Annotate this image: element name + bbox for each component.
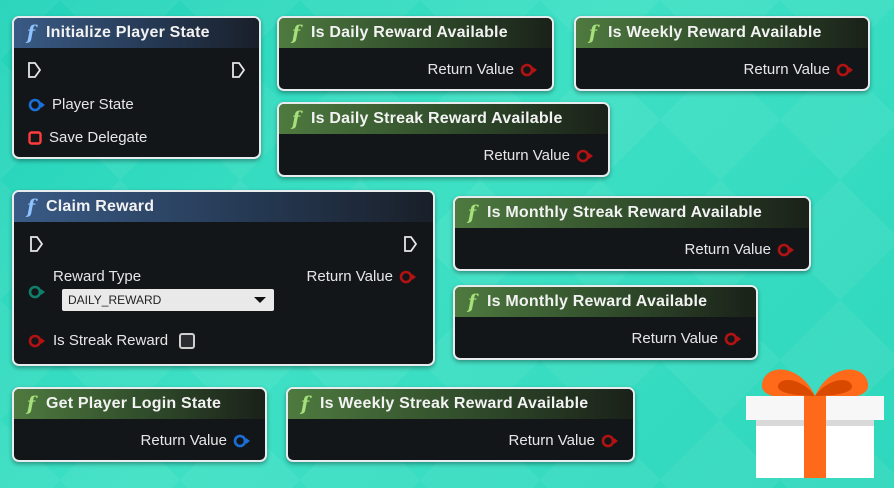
node-header: f Is Monthly Streak Reward Available — [455, 198, 809, 228]
node-is-weekly-streak-reward-available[interactable]: f Is Weekly Streak Reward Available Retu… — [286, 387, 635, 462]
pin-label: Return Value — [508, 432, 595, 449]
node-header: f Is Monthly Reward Available — [455, 287, 756, 317]
node-header: f Initialize Player State — [14, 18, 259, 48]
node-header: f Is Weekly Reward Available — [576, 18, 868, 48]
node-title: Is Weekly Streak Reward Available — [320, 395, 589, 412]
bool-pin-icon[interactable] — [836, 63, 854, 77]
bool-pin-icon[interactable] — [399, 270, 417, 284]
node-title: Is Monthly Streak Reward Available — [487, 204, 763, 221]
node-title: Get Player Login State — [46, 395, 222, 412]
function-icon: f — [26, 393, 36, 415]
function-icon: f — [588, 22, 598, 44]
node-is-weekly-reward-available[interactable]: f Is Weekly Reward Available Return Valu… — [574, 16, 870, 91]
node-initialize-player-state[interactable]: f Initialize Player State Player State S… — [12, 16, 261, 159]
object-pin-icon[interactable] — [233, 434, 251, 448]
return-value-pin-row[interactable]: Return Value — [428, 61, 538, 78]
chevron-down-icon — [254, 297, 266, 303]
bool-pin-icon[interactable] — [520, 63, 538, 77]
gift-icon — [746, 369, 884, 478]
pin-label: Is Streak Reward — [53, 332, 169, 349]
pin-label: Return Value — [483, 147, 570, 164]
bool-pin-icon[interactable] — [724, 332, 742, 346]
node-is-daily-reward-available[interactable]: f Is Daily Reward Available Return Value — [277, 16, 554, 91]
return-value-pin-row[interactable]: Return Value — [484, 147, 594, 164]
node-is-monthly-reward-available[interactable]: f Is Monthly Reward Available Return Val… — [453, 285, 758, 360]
delegate-pin-icon[interactable] — [28, 130, 42, 145]
return-value-pin-row[interactable]: Return Value — [744, 61, 854, 78]
exec-out-pin-icon[interactable] — [232, 62, 245, 78]
return-value-pin-row[interactable]: Return Value — [685, 241, 795, 258]
pin-label: Return Value — [631, 330, 718, 347]
exec-in-pin-icon[interactable] — [30, 236, 43, 252]
function-icon: f — [291, 108, 301, 130]
node-is-daily-streak-reward-available[interactable]: f Is Daily Streak Reward Available Retur… — [277, 102, 610, 177]
exec-out-pin-icon[interactable] — [404, 236, 417, 252]
node-title: Claim Reward — [46, 198, 155, 215]
node-is-monthly-streak-reward-available[interactable]: f Is Monthly Streak Reward Available Ret… — [453, 196, 811, 271]
function-icon: f — [467, 291, 477, 313]
bool-pin-icon[interactable] — [601, 434, 619, 448]
pin-label: Save Delegate — [49, 129, 148, 146]
is-streak-reward-checkbox[interactable] — [179, 333, 195, 349]
node-claim-reward[interactable]: f Claim Reward Reward Type DAILY_REWARD … — [12, 190, 435, 366]
pin-label: Return Value — [684, 241, 771, 258]
object-pin-icon[interactable] — [28, 98, 46, 112]
function-icon: f — [26, 196, 36, 218]
node-header: f Claim Reward — [14, 192, 433, 222]
pin-label: Return Value — [306, 268, 393, 285]
is-streak-reward-pin-row[interactable]: Is Streak Reward — [28, 332, 168, 349]
return-value-pin-row[interactable]: Return Value — [141, 432, 251, 449]
function-icon: f — [26, 22, 36, 44]
bool-pin-icon[interactable] — [28, 334, 46, 348]
bool-pin-icon[interactable] — [777, 243, 795, 257]
reward-type-dropdown[interactable]: DAILY_REWARD — [62, 289, 274, 311]
reward-type-label-row: Reward Type — [53, 268, 141, 285]
dropdown-value: DAILY_REWARD — [68, 293, 162, 307]
node-header: f Get Player Login State — [14, 389, 265, 419]
player-state-pin-row[interactable]: Player State — [28, 96, 134, 113]
node-title: Is Daily Streak Reward Available — [311, 110, 563, 127]
exec-in-pin-icon[interactable] — [28, 62, 41, 78]
node-get-player-login-state[interactable]: f Get Player Login State Return Value — [12, 387, 267, 462]
return-value-pin-row[interactable]: Return Value — [632, 330, 742, 347]
enum-pin-icon[interactable] — [28, 285, 46, 299]
pin-label: Return Value — [427, 61, 514, 78]
function-icon: f — [291, 22, 301, 44]
return-value-pin-row[interactable]: Return Value — [307, 268, 417, 285]
node-title: Is Weekly Reward Available — [608, 24, 822, 41]
node-title: Initialize Player State — [46, 24, 210, 41]
pin-label: Return Value — [743, 61, 830, 78]
pin-label: Reward Type — [53, 268, 142, 285]
node-title: Is Daily Reward Available — [311, 24, 508, 41]
pin-label: Return Value — [140, 432, 227, 449]
node-header: f Is Weekly Streak Reward Available — [288, 389, 633, 419]
function-icon: f — [300, 393, 310, 415]
node-header: f Is Daily Streak Reward Available — [279, 104, 608, 134]
return-value-pin-row[interactable]: Return Value — [509, 432, 619, 449]
bool-pin-icon[interactable] — [576, 149, 594, 163]
node-title: Is Monthly Reward Available — [487, 293, 708, 310]
function-icon: f — [467, 202, 477, 224]
pin-label: Player State — [52, 96, 134, 113]
node-header: f Is Daily Reward Available — [279, 18, 552, 48]
save-delegate-pin-row[interactable]: Save Delegate — [28, 129, 147, 146]
